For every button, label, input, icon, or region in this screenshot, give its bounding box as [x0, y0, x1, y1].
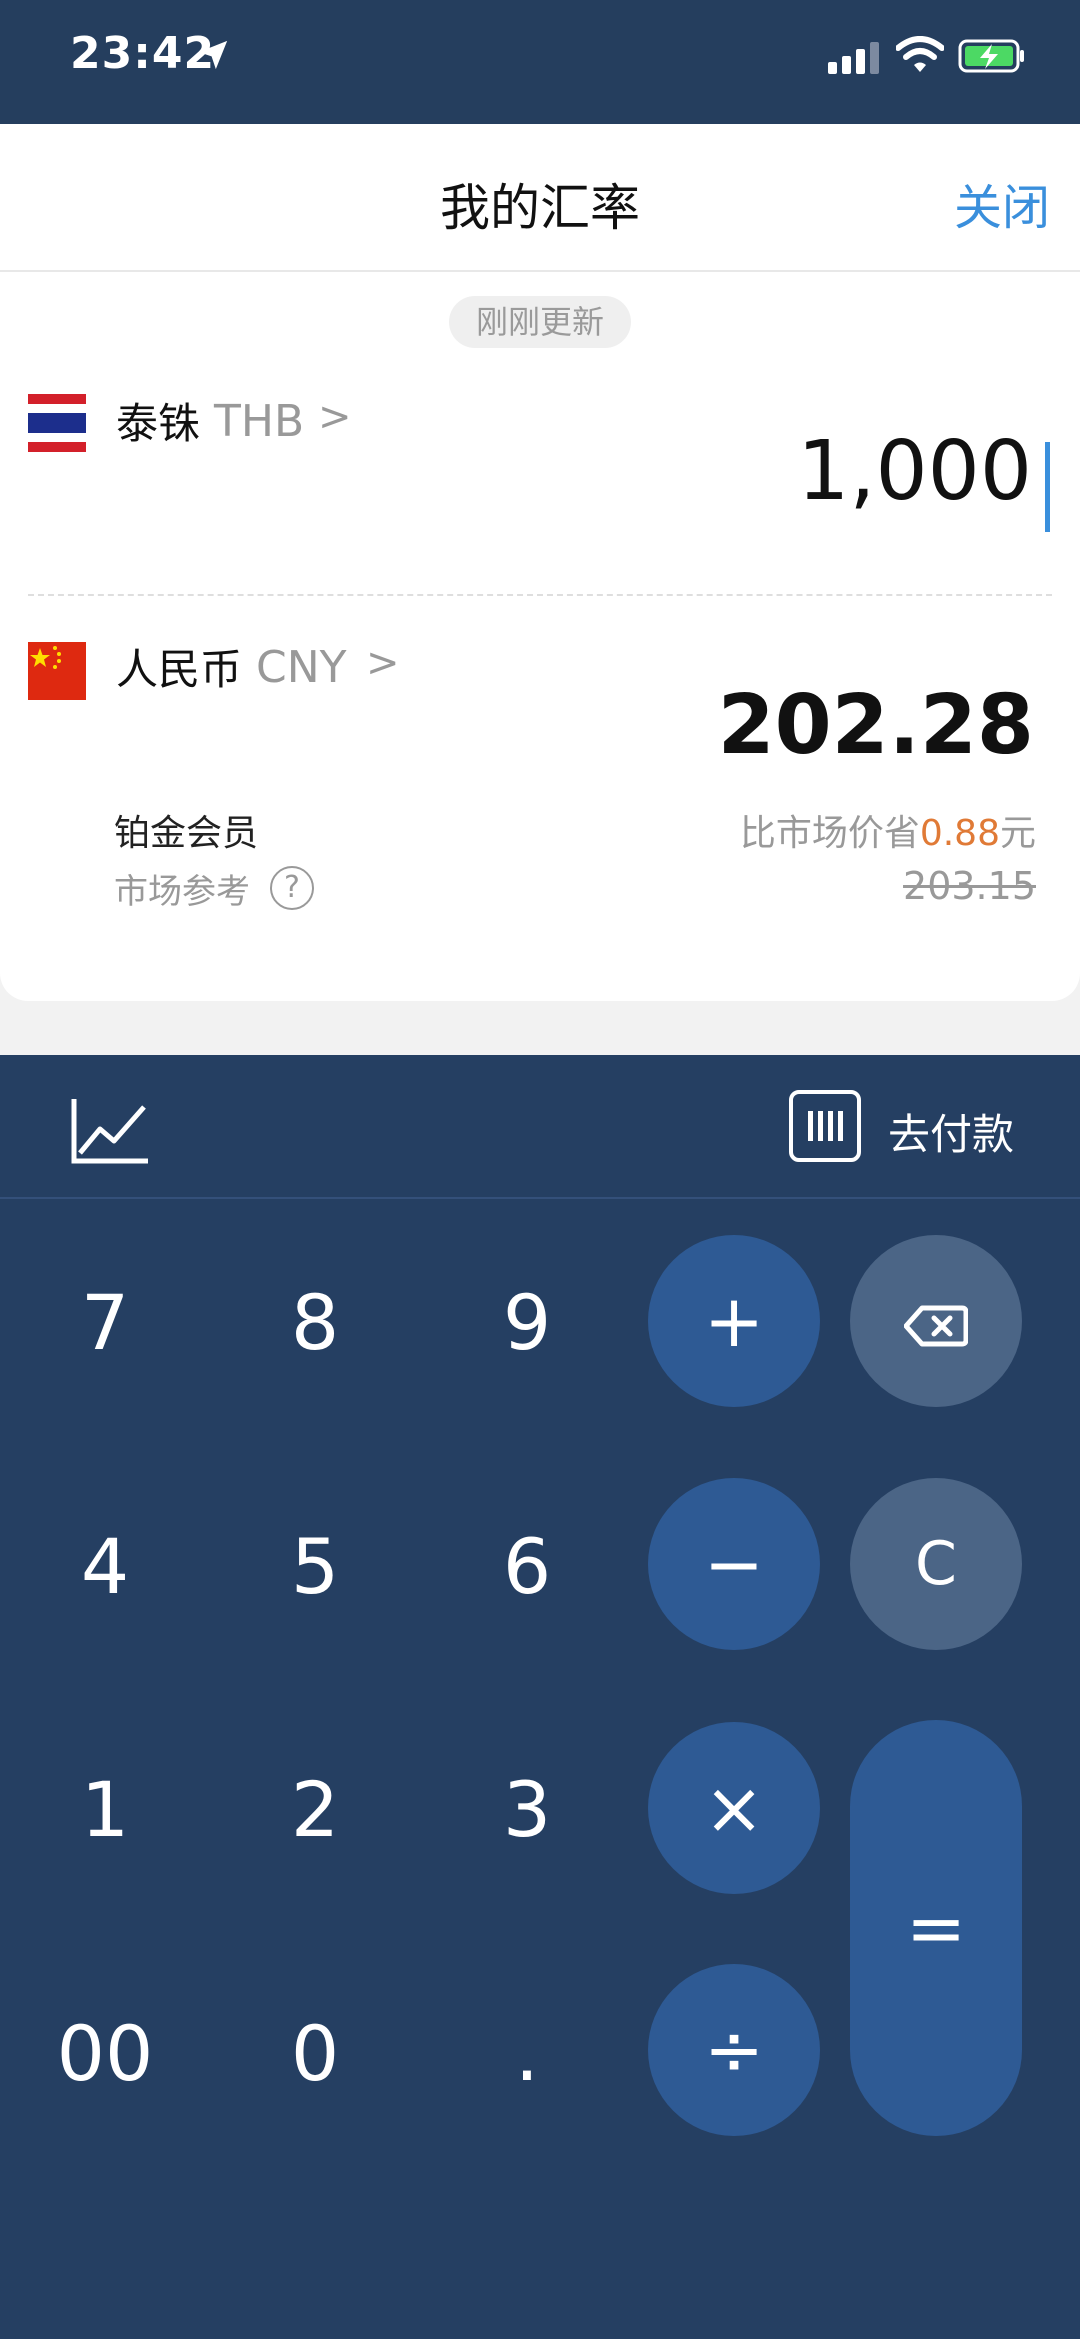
target-amount: 202.28	[717, 678, 1034, 773]
savings-text: 比市场价省0.88元	[740, 804, 1036, 856]
key-1[interactable]: 1	[25, 1730, 185, 1890]
keypad-toolbar: 去付款	[0, 1055, 1080, 1199]
chevron-right-icon[interactable]: >	[318, 394, 352, 440]
key-9[interactable]: 9	[447, 1243, 607, 1403]
key-6[interactable]: 6	[447, 1487, 607, 1647]
source-amount-input[interactable]: 1,000	[797, 424, 1032, 519]
backspace-button[interactable]	[850, 1235, 1022, 1407]
key-8[interactable]: 8	[235, 1243, 395, 1403]
equals-button[interactable]: =	[850, 1720, 1022, 2136]
trend-chart-icon[interactable]	[70, 1095, 150, 1165]
clear-button[interactable]: C	[850, 1478, 1022, 1650]
page-title: 我的汇率	[440, 179, 640, 237]
savings-unit: 元	[999, 813, 1036, 854]
cellular-signal-icon	[828, 42, 879, 74]
key-7[interactable]: 7	[25, 1243, 185, 1403]
multiply-button[interactable]: ×	[648, 1722, 820, 1894]
close-button[interactable]: 关闭	[954, 168, 1050, 238]
battery-charging-icon	[958, 39, 1024, 73]
header-divider	[0, 270, 1080, 272]
key-3[interactable]: 3	[447, 1730, 607, 1890]
chevron-right-icon[interactable]: >	[366, 640, 400, 686]
exchange-card: 我的汇率 关闭 刚刚更新 泰铢 THB > 1,000 人民币 CNY > 20…	[0, 124, 1080, 1001]
barcode-icon[interactable]	[788, 1089, 862, 1163]
savings-prefix: 比市场价省	[739, 813, 920, 854]
backspace-icon	[903, 1305, 969, 1347]
go-pay-button[interactable]: 去付款	[888, 1101, 1014, 1162]
thailand-flag-icon	[28, 394, 86, 452]
target-currency-code[interactable]: CNY	[256, 642, 347, 693]
key-4[interactable]: 4	[25, 1487, 185, 1647]
text-cursor	[1045, 442, 1050, 532]
key-decimal[interactable]: .	[447, 1974, 607, 2134]
status-time: 23:42	[70, 28, 216, 79]
update-status-badge: 刚刚更新	[449, 296, 631, 348]
savings-amount: 0.88	[919, 813, 1000, 854]
key-5[interactable]: 5	[235, 1487, 395, 1647]
minus-button[interactable]: −	[648, 1478, 820, 1650]
key-0[interactable]: 0	[235, 1974, 395, 2134]
key-00[interactable]: 00	[25, 1974, 185, 2134]
divide-button[interactable]: ÷	[648, 1964, 820, 2136]
market-reference-label: 市场参考	[114, 872, 250, 912]
wifi-icon	[896, 36, 944, 72]
target-currency-name[interactable]: 人民币	[116, 636, 242, 697]
location-arrow-icon	[198, 40, 228, 70]
china-flag-icon	[28, 642, 86, 700]
currency-divider	[28, 594, 1052, 596]
source-currency-code[interactable]: THB	[214, 396, 304, 447]
plus-button[interactable]: +	[648, 1235, 820, 1407]
status-bar: 23:42	[0, 0, 1080, 124]
source-currency-name[interactable]: 泰铢	[116, 390, 200, 451]
key-2[interactable]: 2	[235, 1730, 395, 1890]
market-price: 203.15	[903, 864, 1036, 908]
help-icon[interactable]: ?	[270, 866, 314, 910]
membership-label: 铂金会员	[114, 813, 259, 854]
